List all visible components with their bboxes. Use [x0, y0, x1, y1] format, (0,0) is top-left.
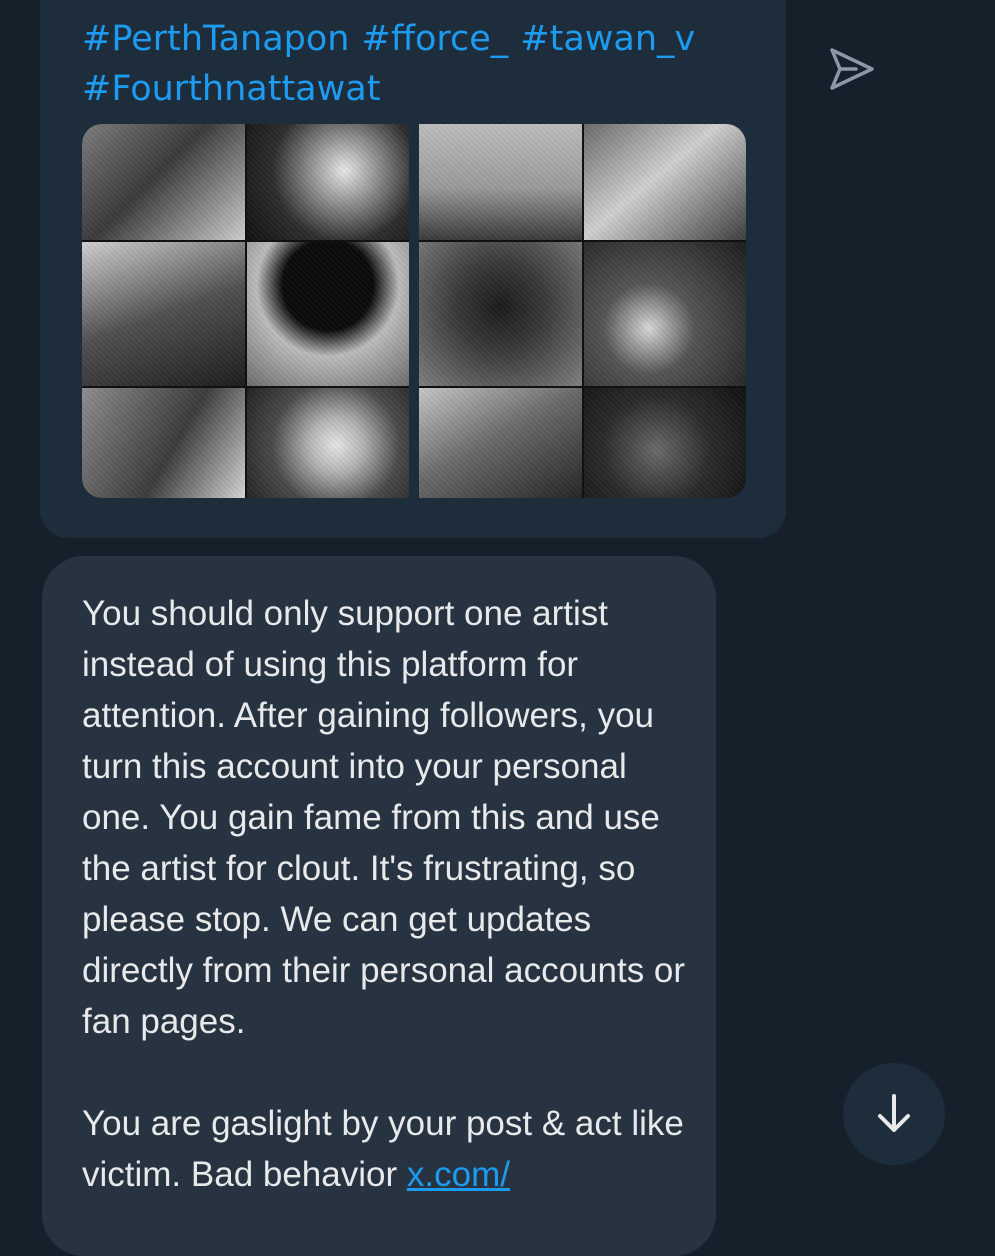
photo-tile [246, 242, 409, 386]
message-paragraph-1: You should only support one artist inste… [82, 594, 686, 1041]
hashtag-line-2: #Fourthnattawat [82, 64, 742, 114]
photo-tile [419, 388, 582, 498]
message-paragraph-2: You are gaslight by your post & act like… [82, 1098, 702, 1200]
message-paragraph-2-text: You are gaslight by your post & act like… [82, 1104, 684, 1194]
hashtag-link[interactable]: #PerthTanapon [82, 19, 350, 59]
send-icon[interactable] [826, 46, 876, 92]
media-image-left[interactable] [82, 124, 409, 498]
message-text: You should only support one artist inste… [82, 588, 702, 1200]
photo-tile [82, 242, 245, 386]
shared-post-media[interactable] [82, 124, 746, 498]
hashtag-line-1: #PerthTanapon #fforce_ #tawan_v [82, 14, 742, 64]
hashtag-link[interactable]: #fforce_ [362, 19, 509, 59]
photo-tile [583, 388, 746, 498]
photo-tile [583, 124, 746, 240]
arrow-down-icon [878, 1094, 910, 1132]
message-link[interactable]: x.com/ [407, 1155, 510, 1194]
shared-post-hashtags: #PerthTanapon #fforce_ #tawan_v #Fourthnat… [82, 14, 742, 114]
media-image-right[interactable] [419, 124, 746, 498]
photo-tile [583, 242, 746, 386]
hashtag-link[interactable]: #Fourthnattawat [82, 69, 380, 109]
photo-tile [419, 242, 582, 386]
photo-tile [246, 388, 409, 498]
scroll-to-bottom-button[interactable] [843, 1063, 945, 1165]
photo-tile [82, 124, 245, 240]
hashtag-link[interactable]: #tawan_v [520, 19, 695, 59]
photo-tile [419, 124, 582, 240]
photo-tile [82, 388, 245, 498]
photo-tile [246, 124, 409, 240]
